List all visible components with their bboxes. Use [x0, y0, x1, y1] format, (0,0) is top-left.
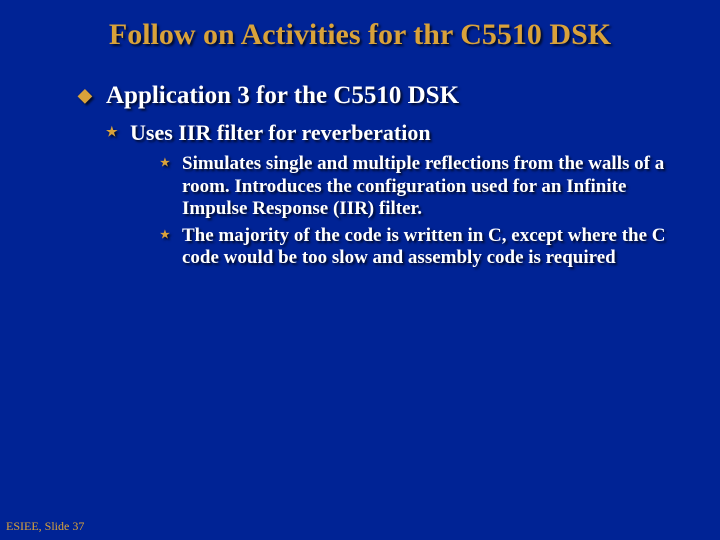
- bullet-text: Uses IIR filter for reverberation: [130, 120, 431, 145]
- bullet-level-1: ◆ Application 3 for the C5510 DSK: [78, 82, 678, 110]
- bullet-level-2: ★ Uses IIR filter for reverberation: [106, 120, 678, 145]
- slide-footer: ESIEE, Slide 37: [6, 519, 84, 534]
- bullet-text: Application 3 for the C5510 DSK: [106, 82, 459, 109]
- bullet-level-3: ★ Simulates single and multiple reflecti…: [160, 153, 678, 220]
- diamond-icon: ◆: [78, 85, 92, 106]
- slide-title: Follow on Activities for thr C5510 DSK: [0, 18, 720, 52]
- star-icon: ★: [160, 157, 170, 170]
- star-icon: ★: [106, 125, 118, 140]
- bullet-level-3: ★ The majority of the code is written in…: [160, 225, 678, 270]
- bullet-text: The majority of the code is written in C…: [182, 225, 666, 268]
- slide: Follow on Activities for thr C5510 DSK ◆…: [0, 0, 720, 540]
- star-icon: ★: [160, 229, 170, 242]
- slide-body: ◆ Application 3 for the C5510 DSK ★ Uses…: [78, 82, 678, 273]
- bullet-text: Simulates single and multiple reflection…: [182, 153, 664, 219]
